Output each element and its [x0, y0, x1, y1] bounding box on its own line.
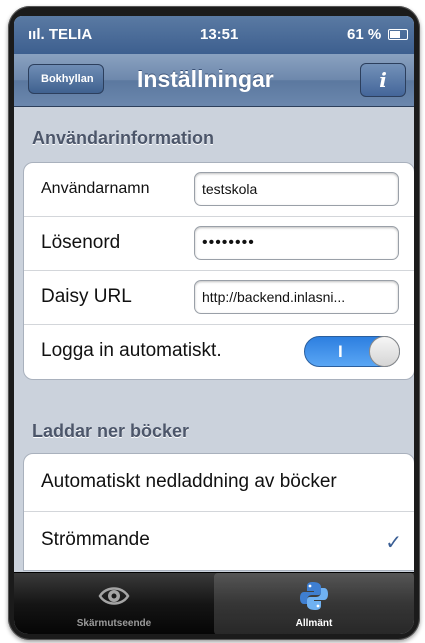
tab-allmant[interactable]: Allmänt: [214, 573, 414, 634]
tab-label: Skärmutseende: [76, 618, 152, 629]
python-logo-icon: [300, 582, 328, 610]
download-option-auto[interactable]: Automatiskt nedladdning av böcker: [24, 454, 414, 512]
daisy-url-label: Daisy URL: [41, 286, 132, 307]
autologin-row: Logga in automatiskt. I: [24, 325, 414, 379]
password-label: Lösenord: [41, 232, 121, 253]
section-header-user: Användarinformation: [32, 128, 215, 148]
toggle-knob: [369, 336, 400, 367]
password-field[interactable]: ••••••••: [194, 226, 399, 260]
username-row: Användarnamn testskola: [24, 163, 414, 217]
tab-bar: Skärmutseende Allmänt: [14, 572, 414, 634]
carrier-label: ııl. TELIA: [28, 26, 93, 43]
eye-icon: [98, 587, 130, 605]
status-bar: ııl. TELIA 13:51 61 %: [14, 16, 414, 54]
daisy-url-row: Daisy URL http://backend.inlasni...: [24, 271, 414, 325]
daisy-url-field[interactable]: http://backend.inlasni...: [194, 280, 399, 314]
download-settings-group: Automatiskt nedladdning av böcker Strömm…: [23, 453, 414, 571]
username-field[interactable]: testskola: [194, 172, 399, 206]
user-settings-group: Användarnamn testskola Lösenord ••••••••…: [23, 162, 414, 380]
phone-screen: ııl. TELIA 13:51 61 % Bokhyllan Inställn…: [14, 16, 414, 634]
info-button[interactable]: i: [360, 63, 406, 97]
autologin-toggle[interactable]: I: [304, 336, 400, 367]
checkmark-icon: ✓: [385, 532, 402, 554]
battery-percent: 61 %: [347, 26, 382, 43]
autologin-label: Logga in automatiskt.: [41, 340, 222, 361]
tab-skarmutseende[interactable]: Skärmutseende: [14, 573, 214, 634]
back-button[interactable]: Bokhyllan: [28, 64, 104, 94]
battery-icon: [388, 29, 408, 40]
download-option-label: Strömmande: [41, 529, 150, 550]
page-title: Inställningar: [137, 66, 274, 92]
clock: 13:51: [200, 26, 239, 43]
password-row: Lösenord ••••••••: [24, 217, 414, 271]
download-option-label: Automatiskt nedladdning av böcker: [41, 471, 337, 492]
toggle-on-indicator: I: [338, 342, 343, 361]
download-option-streaming[interactable]: Strömmande ✓: [24, 512, 414, 570]
tab-label: Allmänt: [295, 618, 333, 629]
username-label: Användarnamn: [41, 180, 150, 197]
navigation-bar: Bokhyllan Inställningar i: [14, 54, 414, 107]
section-header-download: Laddar ner böcker: [32, 421, 190, 441]
